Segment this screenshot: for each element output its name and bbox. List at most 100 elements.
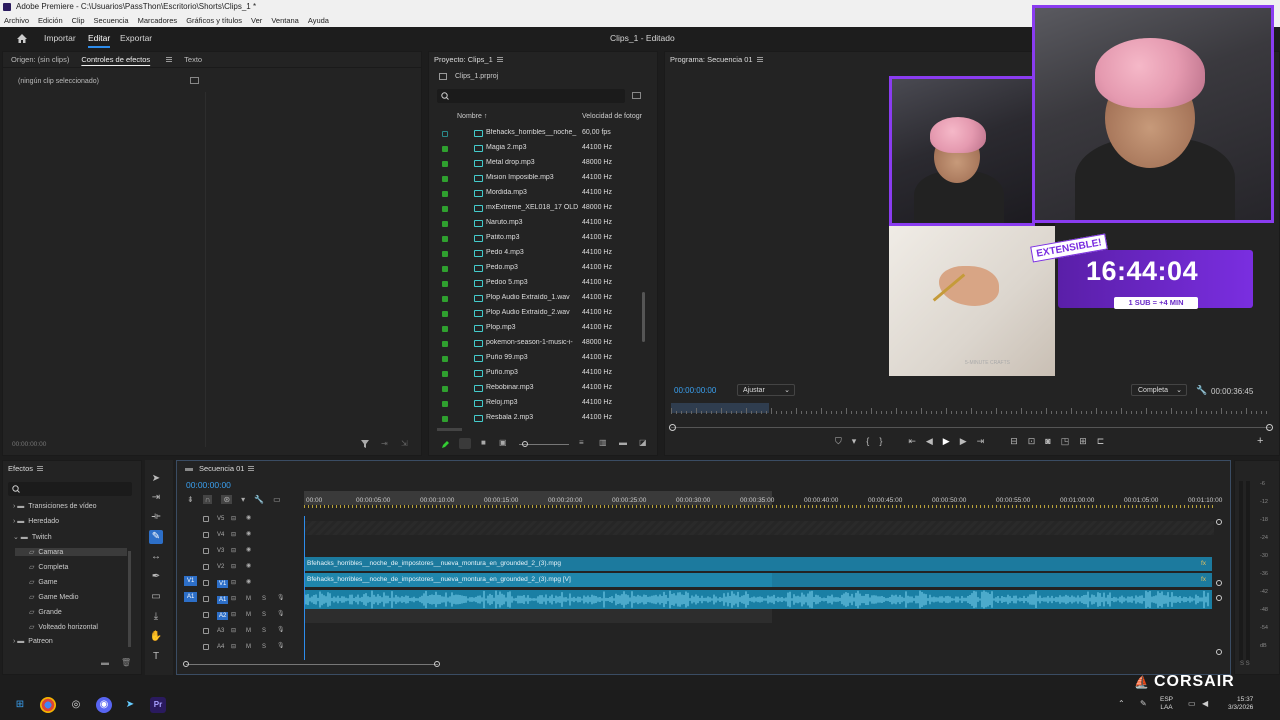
zoom-slider-handle[interactable] [522, 441, 528, 447]
label-color-swatch[interactable] [442, 401, 448, 407]
mute-button[interactable]: M [246, 612, 251, 618]
chrome-icon[interactable] [40, 697, 56, 713]
label-color-swatch[interactable] [442, 311, 448, 317]
eye-icon[interactable]: ◉ [246, 530, 251, 537]
effects-tree-item[interactable]: ▱ Camara [15, 548, 127, 556]
solo-button[interactable]: S [262, 612, 266, 618]
label-color-swatch[interactable] [442, 356, 448, 362]
track-a2-area[interactable] [304, 609, 772, 623]
effects-tree-item[interactable]: › ▬ Patreon [13, 638, 53, 645]
project-scrollbar[interactable] [642, 292, 645, 342]
effects-search-input[interactable] [8, 482, 132, 496]
label-color-swatch[interactable] [442, 221, 448, 227]
nest-icon[interactable]: ⇟ [187, 495, 194, 504]
discord-icon[interactable]: ◉ [96, 697, 112, 713]
menu-clip[interactable]: Clip [72, 14, 85, 27]
new-bin-icon[interactable] [632, 92, 641, 99]
menu-edicion[interactable]: Edición [38, 14, 63, 27]
new-folder-icon[interactable]: ▬ [619, 438, 627, 447]
mic-icon[interactable]: 🎙 [277, 642, 285, 649]
effects-tree-item[interactable]: ▱ Completa [29, 563, 68, 571]
effects-tree-item[interactable]: ⌄ ▬ Twitch [13, 533, 52, 541]
project-item[interactable]: Plop Audio Extraído_2.wav 44100 Hz [434, 305, 644, 320]
video-track-header[interactable]: V3 ⊟ ◉ [178, 543, 303, 559]
export-icon[interactable]: ⇥ [381, 439, 388, 448]
tab-importar[interactable]: Importar [44, 33, 76, 43]
home-icon[interactable] [16, 33, 28, 44]
effects-tree-item[interactable]: › ▬ Heredado [13, 518, 59, 525]
selection-tool-icon[interactable]: ➤ [149, 472, 163, 486]
close-icon[interactable] [185, 467, 193, 471]
pen-icon[interactable]: ✎ [1140, 699, 1147, 708]
automate-icon[interactable]: ▥ [599, 438, 607, 447]
vscroll-mid-handle[interactable] [1216, 580, 1222, 586]
add-marker-icon[interactable]: ▾ [241, 495, 245, 504]
network-icon[interactable]: ▭ [1188, 699, 1196, 708]
slip-tool-icon[interactable]: ↔ [149, 550, 163, 564]
label-color-swatch[interactable] [442, 386, 448, 392]
clip-v2[interactable]: Bfehacks_horribles__noche_de_impostores_… [304, 557, 1212, 571]
hand-tool-icon[interactable]: ✋ [149, 630, 163, 644]
mute-button[interactable]: M [246, 628, 251, 634]
project-item[interactable]: Naruto.mp3 44100 Hz [434, 215, 644, 230]
clip-v1[interactable]: Bfehacks_horribles__noche_de_impostores_… [304, 573, 772, 587]
tab-origen[interactable]: Origen: (sin clips) [11, 55, 69, 64]
filter-icon[interactable] [361, 440, 369, 448]
vscroll-top-handle[interactable] [1216, 519, 1222, 525]
label-color-swatch[interactable] [442, 146, 448, 152]
sync-lock-icon[interactable]: ⊟ [231, 547, 236, 554]
label-color-swatch[interactable] [442, 251, 448, 257]
mark-out-icon[interactable]: } [879, 436, 882, 447]
effects-tree-item[interactable]: ▱ Volteado horizontal [29, 623, 98, 631]
project-item[interactable]: Puño 99.mp3 44100 Hz [434, 350, 644, 365]
audio-track-header[interactable]: A2 ⊟ M S 🎙 [178, 607, 303, 623]
menu-archivo[interactable]: Archivo [4, 14, 29, 27]
effects-tree-item[interactable]: ▱ Game Medio [29, 593, 78, 601]
zoom-bar-left-handle[interactable] [669, 424, 676, 431]
panel-menu-icon[interactable] [248, 466, 255, 471]
menu-secuencia[interactable]: Secuencia [94, 14, 129, 27]
camera-icon[interactable]: ◙ [1045, 436, 1050, 447]
solo-button[interactable]: S [262, 644, 266, 650]
project-item[interactable]: Plop Audio Extraído_1.wav 44100 Hz [434, 290, 644, 305]
sync-lock-icon[interactable]: ⊟ [231, 627, 236, 634]
clock[interactable]: 15:37 3/3/2026 [1228, 696, 1253, 712]
program-timecode[interactable]: 00:00:00:00 [674, 386, 716, 395]
play-icon[interactable]: ▶ [943, 436, 950, 447]
project-item[interactable]: Resbala 2.mp3 44100 Hz [434, 410, 644, 425]
vscroll-bottom-handle[interactable] [1216, 649, 1222, 655]
list-view-icon[interactable] [459, 438, 471, 449]
step-forward-icon[interactable]: ▶ [960, 436, 967, 447]
menu-graficos[interactable]: Gráficos y títulos [186, 14, 242, 27]
fit-dropdown[interactable]: Ajustar ⌄ [737, 384, 795, 396]
project-item[interactable]: Rebobinar.mp3 44100 Hz [434, 380, 644, 395]
project-item[interactable]: Plop.mp3 44100 Hz [434, 320, 644, 335]
lock-icon[interactable] [203, 580, 209, 586]
go-to-out-icon[interactable]: ⇥ [977, 436, 985, 447]
label-color-swatch[interactable] [442, 236, 448, 242]
label-color-swatch[interactable] [442, 266, 448, 272]
eye-icon[interactable]: ◉ [246, 578, 251, 585]
project-item[interactable]: Magia 2.mp3 44100 Hz [434, 140, 644, 155]
wrench-icon[interactable]: 🔧 [1196, 385, 1207, 396]
tab-controles-efectos[interactable]: Controles de efectos [81, 55, 150, 64]
new-item-icon[interactable]: ◪ [639, 438, 647, 447]
project-item[interactable]: Patito.mp3 44100 Hz [434, 230, 644, 245]
premiere-icon[interactable]: Pr [150, 697, 166, 713]
insert-icon[interactable]: ⊟ [1010, 436, 1018, 447]
label-color-swatch[interactable] [442, 131, 448, 137]
add-button-icon[interactable]: + [1257, 435, 1263, 447]
quality-dropdown[interactable]: Completa ⌄ [1131, 384, 1187, 396]
overwrite-icon[interactable]: ⊡ [1028, 436, 1036, 447]
mute-button[interactable]: M [246, 644, 251, 650]
razor-tool-icon[interactable]: ✎ [149, 530, 163, 544]
ripple-edit-tool-icon[interactable]: ⟛ [149, 510, 163, 524]
obs-icon[interactable]: ◎ [68, 697, 84, 713]
timeline-timecode[interactable]: 00:00:00:00 [186, 480, 231, 490]
label-color-swatch[interactable] [442, 206, 448, 212]
effects-tree-item[interactable]: ▱ Game [29, 578, 57, 586]
label-color-swatch[interactable] [442, 176, 448, 182]
menu-ventana[interactable]: Ventana [271, 14, 299, 27]
solo-button[interactable]: S [262, 596, 266, 602]
step-back-icon[interactable]: ◀ [926, 436, 933, 447]
